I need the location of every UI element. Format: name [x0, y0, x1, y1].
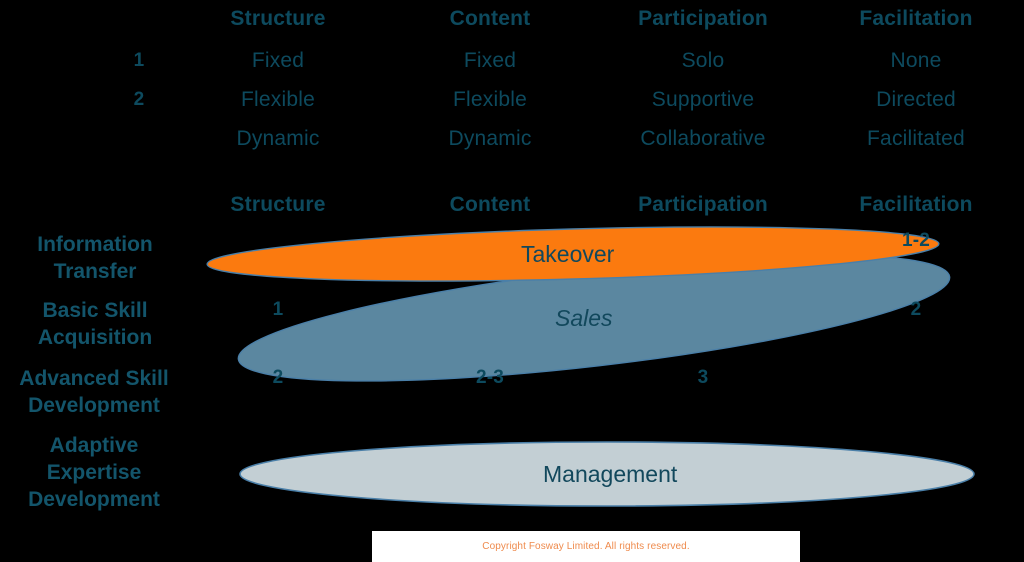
legend-value-structure-3: Dynamic — [236, 127, 320, 150]
legend-value-content-1: Fixed — [463, 49, 517, 72]
legend-header-content: Content — [449, 7, 531, 30]
row-label-line: Basic Skill — [42, 299, 148, 322]
row-label-line: Adaptive — [49, 434, 139, 457]
legend-value-structure-2: Flexible — [241, 88, 315, 111]
matrix-header-structure: Structure — [230, 193, 326, 216]
matrix-cell-r2-structure: 1 — [272, 299, 284, 320]
diagram-canvas: Structure Content Participation Facilita… — [0, 0, 1024, 562]
matrix-cell-r3-participation: 3 — [697, 367, 709, 388]
legend-value-content-3: Dynamic — [448, 127, 532, 150]
row-label-line: Acquisition — [37, 325, 153, 349]
legend-value-facilitation-2: Directed — [876, 88, 956, 111]
band-label-takeover: Takeover — [521, 241, 615, 267]
legend-level-number-2: 2 — [133, 89, 145, 110]
band-label-sales: Sales — [555, 305, 613, 331]
matrix-header-facilitation: Facilitation — [859, 193, 973, 216]
legend-header-facilitation: Facilitation — [859, 7, 973, 30]
matrix-cell-r2-facilitation: 2 — [910, 299, 922, 320]
matrix-cell-r1-facilitation: 1-2 — [901, 230, 931, 251]
row-label-line: Information — [37, 233, 153, 256]
row-label-adaptive-expertise-development: Adaptive Expertise Development — [0, 433, 188, 514]
band-label-management: Management — [543, 461, 678, 487]
legend-value-participation-2: Supportive — [651, 88, 755, 111]
legend-value-facilitation-3: Facilitated — [867, 127, 965, 150]
copyright-strip: Copyright Fosway Limited. All rights res… — [372, 531, 800, 562]
copyright-text: Copyright Fosway Limited. All rights res… — [482, 541, 690, 552]
legend-value-content-2: Flexible — [453, 88, 527, 111]
row-label-line: Expertise — [46, 460, 142, 484]
matrix-header-participation: Participation — [638, 193, 768, 216]
legend-header-structure: Structure — [230, 7, 326, 30]
legend-value-structure-1: Fixed — [251, 49, 305, 72]
legend-header-participation: Participation — [638, 7, 768, 30]
row-label-line: Development — [28, 393, 160, 417]
legend-level-number-1: 1 — [133, 50, 145, 71]
matrix-header-content: Content — [449, 193, 531, 216]
row-label-advanced-skill-development: Advanced Skill Development — [0, 366, 188, 420]
legend-value-participation-1: Solo — [681, 49, 725, 72]
row-label-information-transfer: Information Transfer — [4, 232, 186, 286]
row-label-line: Advanced Skill — [19, 367, 169, 390]
legend-value-participation-3: Collaborative — [640, 127, 766, 150]
matrix-cell-r3-structure: 2 — [272, 367, 284, 388]
row-label-line: Transfer — [53, 259, 137, 283]
row-label-basic-skill-acquisition: Basic Skill Acquisition — [4, 298, 186, 352]
legend-value-facilitation-1: None — [890, 49, 942, 72]
row-label-line: Development — [28, 487, 160, 511]
matrix-cell-r3-content: 2-3 — [475, 367, 505, 388]
